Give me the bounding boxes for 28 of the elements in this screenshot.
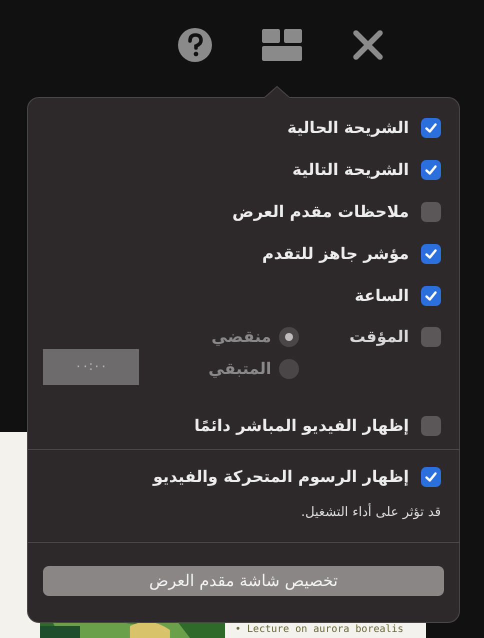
checkmark-icon [424, 470, 438, 484]
checkbox[interactable] [421, 202, 441, 222]
radio-label: المتبقي [208, 358, 272, 380]
option-label: ملاحظات مقدم العرض [232, 201, 409, 223]
checkmark-icon [424, 289, 438, 303]
customize-button[interactable]: تخصيص شاشة مقدم العرض [43, 566, 444, 596]
option-label: الشريحة التالية [292, 159, 409, 181]
checkbox[interactable] [421, 467, 441, 487]
option-label: إظهار الرسوم المتحركة والفيديو [153, 466, 409, 488]
checkbox[interactable] [421, 244, 441, 264]
checkbox[interactable] [421, 286, 441, 306]
close-icon[interactable] [352, 28, 384, 60]
performance-note: قد تؤثر على أداء التشغيل. [301, 503, 441, 522]
checkbox[interactable] [421, 416, 441, 436]
option-label: إظهار الفيديو المباشر دائمًا [194, 415, 409, 437]
option-label: مؤشر جاهز للتقدم [262, 243, 409, 265]
slide-text: • Lecture on aurora borealis [235, 623, 404, 637]
checkbox[interactable] [421, 118, 441, 138]
help-icon[interactable] [178, 28, 212, 62]
layout-icon[interactable] [262, 28, 302, 60]
option-label: المؤقت [349, 326, 409, 348]
option-label: الساعة [354, 285, 409, 307]
checkmark-icon [424, 163, 438, 177]
radio-label: منقضي [211, 326, 272, 348]
option-label: الشريحة الحالية [287, 117, 409, 139]
checkmark-icon [424, 121, 438, 135]
checkbox[interactable] [421, 160, 441, 180]
checkmark-icon [424, 247, 438, 261]
